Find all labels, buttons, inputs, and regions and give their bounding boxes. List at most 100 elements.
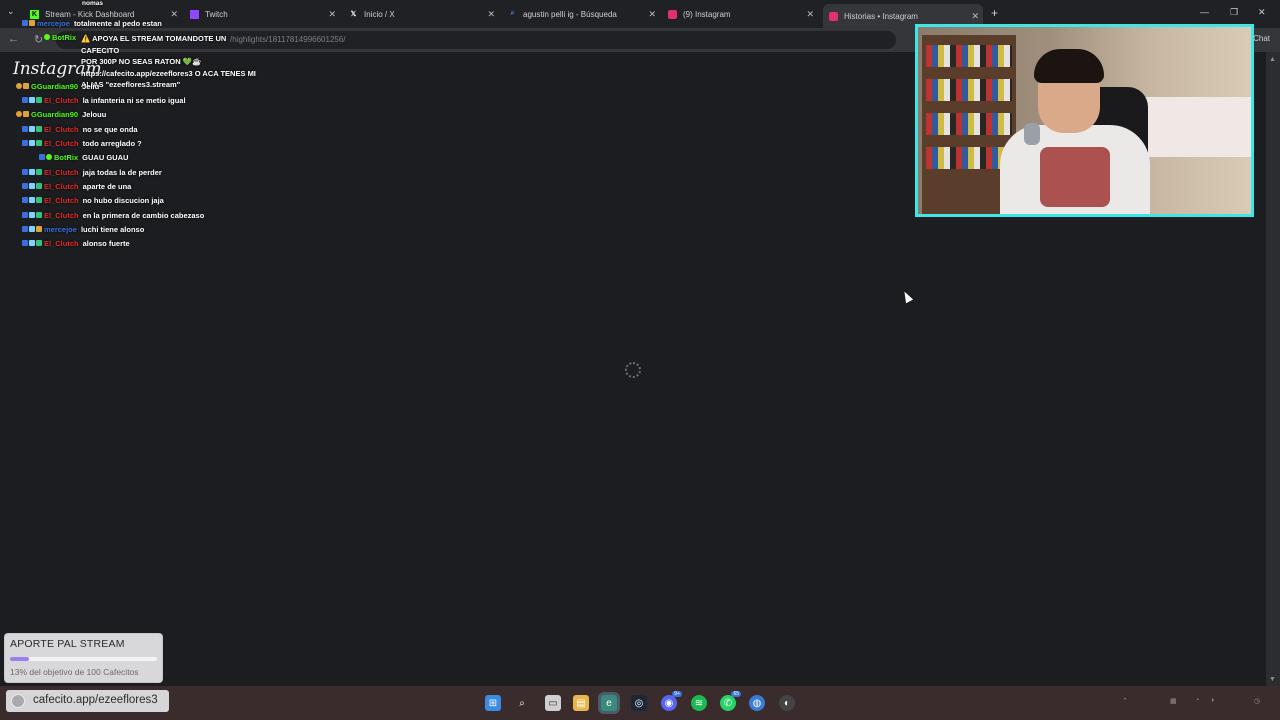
- chat-message: mercejoe luchi tiene alonso: [22, 225, 144, 234]
- chat-username: GGuardian90: [31, 82, 79, 91]
- badge-icons: [22, 126, 42, 132]
- tab-bing-search[interactable]: ⌕ agustin pelli ig - Búsqueda ✕: [508, 4, 660, 24]
- close-window-icon[interactable]: ✕: [1258, 7, 1266, 18]
- chat-text: totalmente al pedo estan: [73, 19, 162, 28]
- badge-icons: [16, 111, 29, 117]
- badge-icons: [22, 226, 42, 232]
- whatsapp-badge: 65: [731, 691, 741, 697]
- scroll-down-icon[interactable]: ▼: [1269, 676, 1276, 683]
- maximize-icon[interactable]: ❐: [1230, 7, 1238, 18]
- badge-icons: [22, 183, 42, 189]
- webcam-person-hair: [1034, 49, 1104, 83]
- chat-message: El_Clutch no hubo discucion jaja: [22, 196, 164, 205]
- microphone-icon: [1024, 123, 1040, 145]
- chat-button[interactable]: Chat: [1253, 34, 1270, 43]
- chat-text: aparte de una: [82, 182, 132, 191]
- chat-text: la infanteria ni se metio igual: [82, 96, 186, 105]
- tray-language-icon[interactable]: ▦: [1170, 697, 1177, 705]
- discord-icon[interactable]: ◉ 9+: [661, 691, 682, 711]
- chat-text: en la primera de cambio cabezaso: [82, 211, 205, 220]
- close-icon[interactable]: ✕: [328, 9, 336, 20]
- chat-text: luchi tiene alonso: [80, 225, 145, 234]
- tray-volume-icon[interactable]: ◑: [1210, 697, 1214, 704]
- chat-message: El_Clutch la infanteria ni se metio igua…: [22, 96, 186, 105]
- minimize-icon[interactable]: —: [1200, 7, 1209, 17]
- scroll-up-icon[interactable]: ▲: [1269, 56, 1276, 63]
- instagram-icon: [668, 9, 677, 19]
- whatsapp-icon[interactable]: ✆ 65: [720, 691, 741, 711]
- chat-username: GGuardian90: [31, 110, 79, 119]
- chat-text: todo arreglado ?: [82, 139, 142, 148]
- chat-username: El_Clutch: [44, 211, 79, 220]
- badge-icons: [22, 20, 35, 26]
- webcam-overlay: [915, 24, 1254, 217]
- bot-message-line: POR 300P NO SEAS RATON 💚☕: [81, 57, 202, 66]
- loading-spinner-icon: [625, 362, 641, 378]
- chat-message: GGuardian90 Jelouu: [16, 110, 106, 119]
- chat-message: El_Clutch aparte de una: [22, 182, 131, 191]
- donation-goal-widget: APORTE PAL STREAM 13% del objetivo de 10…: [5, 634, 162, 682]
- chat-username: El_Clutch: [44, 96, 79, 105]
- close-icon[interactable]: ✕: [487, 9, 495, 20]
- stream-chat-overlay: nomas mercejoe totalmente al pedo estan …: [0, 0, 320, 260]
- donation-title: APORTE PAL STREAM: [10, 638, 125, 650]
- webcam-shirt-print: [1040, 147, 1110, 207]
- tray-network-icon[interactable]: ◔: [1195, 697, 1199, 704]
- chat-username: mercejoe: [44, 225, 77, 234]
- chat-message: El_Clutch no se que onda: [22, 125, 138, 134]
- chat-username: El_Clutch: [44, 182, 79, 191]
- donation-progress-fill: [10, 657, 30, 661]
- task-view-icon[interactable]: ▭: [545, 695, 561, 711]
- steam-icon[interactable]: ◎: [631, 695, 647, 711]
- close-icon[interactable]: ✕: [806, 9, 814, 20]
- new-tab-button[interactable]: +: [991, 6, 998, 20]
- chat-username: El_Clutch: [44, 125, 79, 134]
- windows-icon[interactable]: ⊞: [485, 695, 501, 711]
- tab-label: Historias • Instagram: [844, 11, 918, 21]
- chat-username: BotRix: [54, 153, 79, 162]
- chat-username: El_Clutch: [44, 239, 79, 248]
- badge-icons: [22, 240, 42, 246]
- donation-progress-text: 13% del objetivo de 100 Cafecitos: [10, 667, 139, 677]
- tray-clock-icon[interactable]: ◷: [1254, 697, 1260, 705]
- chat-message: El_Clutch en la primera de cambio cabeza…: [22, 211, 204, 220]
- tab-x[interactable]: 𝕏 Inicio / X ✕: [349, 4, 499, 24]
- bot-message-line: ⚠️ APOYA EL STREAM TOMANDOTE UN CAFECITO: [81, 34, 227, 55]
- chat-message: El_Clutch alonso fuerte: [22, 239, 130, 248]
- chat-text: no hubo discucion jaja: [82, 196, 164, 205]
- badge-icons: [22, 169, 42, 175]
- close-icon[interactable]: ✕: [971, 11, 979, 22]
- badge-icons: [16, 83, 29, 89]
- bot-badge-icon: [44, 34, 50, 40]
- search-icon[interactable]: ⌕: [514, 695, 530, 711]
- tab-label: (9) Instagram: [683, 9, 731, 19]
- scrollbar[interactable]: [1266, 52, 1280, 686]
- chat-username: BotRix: [52, 33, 77, 42]
- chat-username: El_Clutch: [44, 139, 79, 148]
- chat-text: jaja todas la de perder: [82, 168, 162, 177]
- cafecito-icon: [11, 694, 25, 708]
- bot-message-line: https://cafecito.app/ezeeflores3 O ACA T…: [81, 68, 256, 78]
- badge-icons: [22, 140, 42, 146]
- tab-instagram-inbox[interactable]: (9) Instagram ✕: [668, 4, 818, 24]
- chat-message: GGuardian90 Jeliu: [16, 82, 99, 91]
- file-explorer-icon[interactable]: ▤: [573, 695, 589, 711]
- bot-message-line: ALIAS "ezeeflores3.stream": [81, 80, 181, 89]
- obs-icon[interactable]: ◐: [779, 695, 795, 711]
- chat-username: mercejoe: [37, 19, 70, 28]
- chat-message: El_Clutch todo arreglado ?: [22, 139, 142, 148]
- badge-icons: [22, 212, 42, 218]
- bot-message: ⚠️ APOYA EL STREAM TOMANDOTE UN CAFECITO…: [81, 33, 261, 91]
- vpn-icon[interactable]: ◍: [749, 695, 765, 711]
- spotify-icon[interactable]: ≋: [691, 695, 707, 711]
- chat-text: Jeliu: [82, 82, 100, 91]
- chat-partial-line: nomas: [82, 0, 103, 7]
- search-icon: ⌕: [510, 10, 515, 17]
- chat-message: El_Clutch jaja todas la de perder: [22, 168, 162, 177]
- tab-label: agustin pelli ig - Búsqueda: [523, 9, 617, 19]
- close-icon[interactable]: ✕: [648, 9, 656, 20]
- chat-text: GUAU GUAU: [82, 153, 129, 162]
- tray-chevron-icon[interactable]: ⌃: [1122, 697, 1128, 705]
- edge-icon[interactable]: e: [601, 695, 617, 711]
- discord-badge: 9+: [672, 691, 682, 697]
